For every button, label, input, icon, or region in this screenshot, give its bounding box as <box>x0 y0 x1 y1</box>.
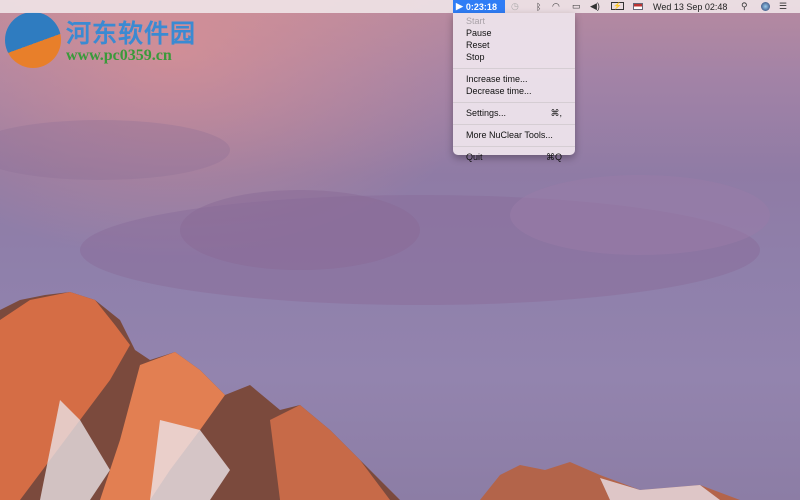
menu-item-label: Reset <box>466 39 490 51</box>
siri-icon[interactable] <box>761 2 770 11</box>
menu-item-shortcut: ⌘Q <box>546 151 562 163</box>
menu-separator <box>453 102 575 103</box>
menu-item-shortcut: ⌘, <box>550 107 562 119</box>
timer-value: 0:23:18 <box>466 2 497 12</box>
datetime[interactable]: Wed 13 Sep 02:48 <box>653 0 727 13</box>
menu-item-label: Decrease time... <box>466 85 532 97</box>
watermark-url: www.pc0359.cn <box>66 47 172 65</box>
time-machine-icon[interactable]: ◷ <box>511 0 519 13</box>
timer-status-item[interactable]: ▶ 0:23:18 <box>453 0 505 13</box>
menu-item-reset[interactable]: Reset <box>453 39 575 51</box>
airplay-icon[interactable]: ▭ <box>572 0 581 13</box>
desktop-wallpaper <box>0 0 800 500</box>
menu-item-label: Settings... <box>466 107 506 119</box>
battery-icon[interactable]: ⚡ <box>611 2 624 10</box>
menu-item-start[interactable]: Start <box>453 15 575 27</box>
menu-separator <box>453 68 575 69</box>
menu-item-label: Pause <box>466 27 492 39</box>
watermark-title: 河东软件园 <box>66 14 196 50</box>
menu-item-increase-time[interactable]: Increase time... <box>453 73 575 85</box>
menu-item-label: Stop <box>466 51 485 63</box>
menu-item-label: Start <box>466 15 485 27</box>
menu-item-quit[interactable]: Quit ⌘Q <box>453 151 575 163</box>
notification-center-icon[interactable]: ☰ <box>779 0 787 13</box>
menu-item-decrease-time[interactable]: Decrease time... <box>453 85 575 97</box>
menu-item-label: Quit <box>466 151 483 163</box>
wifi-icon[interactable]: ◠ <box>552 0 560 13</box>
bluetooth-icon[interactable]: ᛒ <box>536 0 541 13</box>
timer-dropdown-menu: Start Pause Reset Stop Increase time... … <box>453 13 575 155</box>
menu-item-more-tools[interactable]: More NuClear Tools... <box>453 129 575 141</box>
play-icon: ▶ <box>456 1 463 12</box>
menu-item-settings[interactable]: Settings... ⌘, <box>453 107 575 119</box>
menu-separator <box>453 124 575 125</box>
spotlight-icon[interactable]: ⚲ <box>741 0 748 13</box>
menu-item-label: Increase time... <box>466 73 528 85</box>
menu-item-label: More NuClear Tools... <box>466 129 553 141</box>
volume-icon[interactable]: ◀) <box>590 0 600 13</box>
flag-us-icon[interactable] <box>633 3 643 10</box>
menu-separator <box>453 146 575 147</box>
watermark-logo <box>5 12 61 68</box>
menu-item-pause[interactable]: Pause <box>453 27 575 39</box>
menu-item-stop[interactable]: Stop <box>453 51 575 63</box>
